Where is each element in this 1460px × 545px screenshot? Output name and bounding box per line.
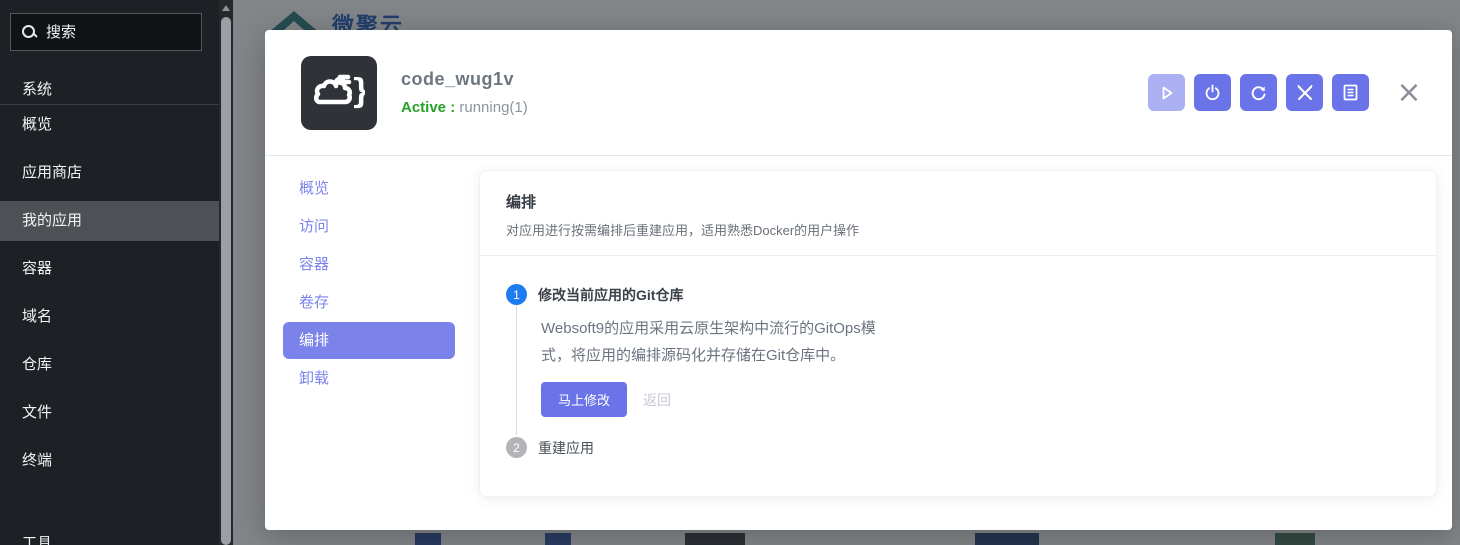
status-value: running(1) [459, 99, 527, 116]
status-label: Active [401, 99, 446, 116]
sidebar-item-appstore[interactable]: 应用商店 [0, 153, 219, 193]
step-1-text: Websoft9的应用采用云原生架构中流行的GitOps模式，将应用的编排源码化… [541, 315, 896, 369]
app-status: Active : running(1) [401, 99, 528, 116]
start-app-button[interactable] [1148, 74, 1185, 111]
tab-access[interactable]: 访问 [283, 208, 455, 245]
sidebar-section-system: 系统 [22, 78, 52, 99]
sidebar-item-files[interactable]: 文件 [0, 393, 219, 433]
step-2-title: 重建应用 [538, 438, 594, 458]
power-icon [1204, 84, 1221, 101]
scrollbar-thumb[interactable] [221, 17, 231, 545]
step-1-title: 修改当前应用的Git仓库 [538, 285, 683, 305]
refresh-icon [1250, 84, 1267, 101]
card-title: 编排 [506, 191, 1410, 212]
modal-nav: 概览 访问 容器 卷存 编排 卸载 [283, 170, 455, 398]
steps: 1 修改当前应用的Git仓库 Websoft9的应用采用云原生架构中流行的Git… [506, 284, 1410, 458]
tab-container[interactable]: 容器 [283, 246, 455, 283]
sidebar-item-containers[interactable]: 容器 [0, 249, 219, 289]
status-separator: : [446, 99, 459, 116]
compose-card: 编排 对应用进行按需编排后重建应用，适用熟悉Docker的用户操作 1 修改当前… [479, 170, 1437, 497]
modify-now-button[interactable]: 马上修改 [541, 382, 627, 417]
sidebar-item-overview[interactable]: 概览 [0, 105, 219, 145]
play-icon [1159, 85, 1175, 101]
back-button[interactable]: 返回 [643, 390, 671, 410]
svg-text:}: } [351, 72, 365, 112]
document-icon [1343, 84, 1358, 101]
step-1: 1 修改当前应用的Git仓库 Websoft9的应用采用云原生架构中流行的Git… [506, 284, 1410, 435]
logs-button[interactable] [1332, 74, 1369, 111]
sidebar-item-repos[interactable]: 仓库 [0, 345, 219, 385]
modal-header: } code_wug1v Active : running(1) [265, 30, 1452, 156]
sidebar-item-myapps[interactable]: 我的应用 [0, 201, 219, 241]
app-name: code_wug1v [401, 69, 528, 90]
search-input[interactable] [46, 24, 176, 41]
scroll-up-icon[interactable] [222, 5, 230, 11]
tab-uninstall[interactable]: 卸载 [283, 360, 455, 397]
close-modal-button[interactable]: × [1392, 76, 1426, 110]
tab-compose[interactable]: 编排 [283, 322, 455, 359]
step-1-body: Websoft9的应用采用云原生架构中流行的GitOps模式，将应用的编排源码化… [516, 305, 1410, 435]
step-2-badge: 2 [506, 437, 527, 458]
modal-toolbar: × [1148, 74, 1432, 111]
step-2: 2 重建应用 [506, 437, 1410, 458]
stop-app-button[interactable] [1194, 74, 1231, 111]
app-logo-icon: } [301, 56, 377, 130]
sidebar-item-domains[interactable]: 域名 [0, 297, 219, 337]
card-divider [480, 255, 1436, 256]
tools-icon [1296, 84, 1314, 102]
tab-overview[interactable]: 概览 [283, 170, 455, 207]
app-detail-modal: } code_wug1v Active : running(1) [265, 30, 1452, 530]
tab-volumes[interactable]: 卷存 [283, 284, 455, 321]
step-1-badge: 1 [506, 284, 527, 305]
card-subtitle: 对应用进行按需编排后重建应用，适用熟悉Docker的用户操作 [506, 220, 1410, 239]
sidebar: 系统 概览 应用商店 我的应用 容器 域名 仓库 文件 终端 工具 [0, 0, 219, 545]
sidebar-search[interactable] [10, 13, 202, 51]
repair-app-button[interactable] [1286, 74, 1323, 111]
restart-app-button[interactable] [1240, 74, 1277, 111]
app-title-block: code_wug1v Active : running(1) [401, 69, 528, 116]
search-icon [21, 24, 37, 40]
sidebar-scrollbar[interactable] [219, 0, 233, 545]
sidebar-item-terminal[interactable]: 终端 [0, 441, 219, 481]
sidebar-item-tools[interactable]: 工具 [0, 524, 219, 545]
